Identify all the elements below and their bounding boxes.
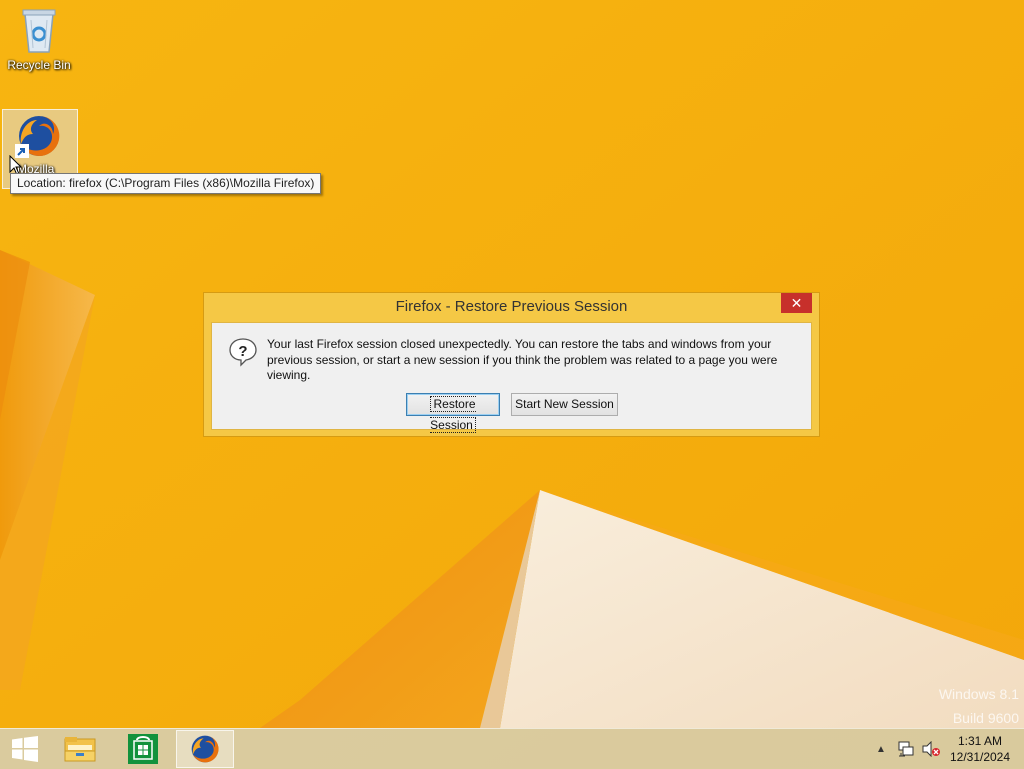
- restore-session-label: Restore Session: [430, 396, 476, 433]
- volume-button[interactable]: [920, 729, 942, 769]
- svg-text:?: ?: [238, 343, 247, 360]
- volume-muted-icon: [922, 741, 940, 757]
- windows-version-watermark: Windows 8.1: [938, 686, 1019, 702]
- restore-session-dialog: Firefox - Restore Previous Session ✕ ? Y…: [203, 292, 820, 437]
- dialog-message: Your last Firefox session closed unexpec…: [267, 337, 778, 382]
- file-explorer-icon: [64, 737, 96, 762]
- start-new-session-button[interactable]: Start New Session: [511, 393, 618, 416]
- start-icon: [12, 736, 38, 762]
- start-button[interactable]: [0, 729, 50, 769]
- show-hidden-icons-button[interactable]: ▲: [872, 729, 890, 769]
- store-button[interactable]: [113, 729, 173, 769]
- recycle-bin-icon: [22, 9, 56, 53]
- clock-date: 12/31/2024: [949, 750, 1011, 764]
- recycle-bin-shortcut[interactable]: Recycle Bin: [4, 4, 74, 72]
- dialog-content: ? Your last Firefox session closed unexp…: [211, 322, 812, 433]
- question-icon: ?: [229, 338, 257, 367]
- shortcut-location-tooltip: Location: firefox (C:\Program Files (x86…: [10, 173, 322, 194]
- network-icon: [898, 741, 914, 757]
- close-button[interactable]: ✕: [781, 293, 812, 313]
- network-button[interactable]: [895, 729, 917, 769]
- system-clock[interactable]: 1:31 AM 12/31/2024: [945, 733, 1015, 765]
- firefox-icon: [191, 735, 219, 763]
- restore-session-button[interactable]: Restore Session: [406, 393, 500, 433]
- store-icon: [128, 734, 158, 764]
- dialog-title: Firefox - Restore Previous Session: [395, 298, 628, 315]
- taskbar: ▲ 1:31 AM 12/31/2024: [0, 728, 1024, 769]
- clock-time: 1:31 AM: [957, 734, 1003, 748]
- windows-build-watermark: Build 9600: [952, 710, 1019, 726]
- recycle-bin-label: Recycle Bin: [7, 58, 71, 72]
- file-explorer-button[interactable]: [50, 729, 110, 769]
- firefox-taskbar-button[interactable]: [176, 730, 234, 768]
